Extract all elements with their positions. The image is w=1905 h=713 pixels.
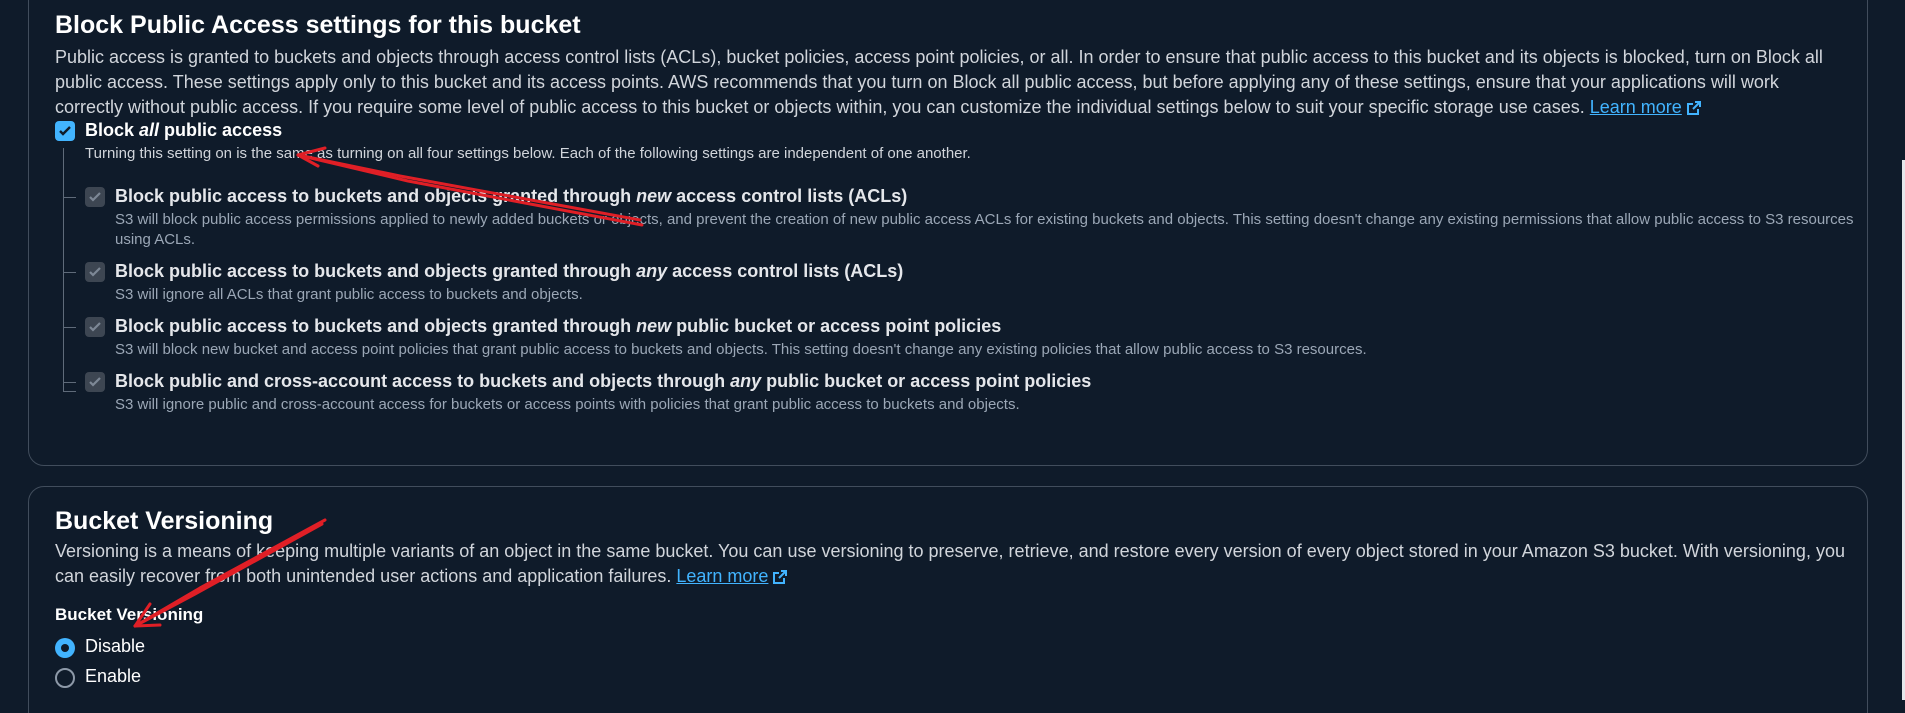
bucket-versioning-title: Bucket Versioning [55,507,274,535]
block-cross-account-description: S3 will ignore public and cross-account … [115,396,1020,413]
tree-line-vertical [63,148,64,391]
checkmark-icon [89,322,101,332]
tree-line-branch [63,382,76,383]
block-public-access-description-text: Public access is granted to buckets and … [55,47,1823,117]
block-public-access-panel: Block Public Access settings for this bu… [28,0,1868,466]
bucket-versioning-panel: Bucket Versioning Versioning is a means … [28,486,1868,713]
block-cross-account-label[interactable]: Block public and cross-account access to… [115,371,1091,392]
bucket-versioning-description: Versioning is a means of keeping multipl… [55,539,1845,589]
checkmark-icon [89,377,101,387]
option-label-em: new [636,186,672,206]
checkmark-icon [89,267,101,277]
option-label-post: public bucket or access point policies [671,316,1002,336]
block-any-acls-label[interactable]: Block public access to buckets and objec… [115,261,903,282]
tree-line-branch [63,327,76,328]
block-new-acls-description: S3 will block public access permissions … [115,211,1854,248]
checkmark-icon [59,126,71,136]
learn-more-link-label: Learn more [1589,97,1682,117]
tree-line-branch [63,272,76,273]
block-new-policies-description: S3 will block new bucket and access poin… [115,341,1367,358]
page: Block Public Access settings for this bu… [0,0,1905,713]
block-all-label-pre: Block [85,120,140,140]
tree-line-branch [63,197,76,198]
block-public-access-description: Public access is granted to buckets and … [55,45,1845,120]
block-all-public-access-checkbox[interactable] [55,121,75,141]
option-label-post: access control lists (ACLs) [671,186,908,206]
block-public-access-title: Block Public Access settings for this bu… [55,11,581,39]
external-link-icon [1686,101,1701,115]
option-label-em: any [730,371,762,391]
bucket-versioning-description-text: Versioning is a means of keeping multipl… [55,541,1845,586]
block-new-acls-label[interactable]: Block public access to buckets and objec… [115,186,907,207]
block-any-acls-checkbox[interactable] [85,262,105,282]
block-new-policies-checkbox[interactable] [85,317,105,337]
learn-more-link[interactable]: Learn more [676,566,788,586]
block-new-policies-label[interactable]: Block public access to buckets and objec… [115,316,1001,337]
block-cross-account-checkbox[interactable] [85,372,105,392]
versioning-enable-label[interactable]: Enable [85,666,141,687]
block-new-acls-checkbox[interactable] [85,187,105,207]
external-link-icon [773,570,788,584]
block-all-label-post: public access [159,120,283,140]
block-all-label-em: all [139,120,160,140]
versioning-enable-radio[interactable] [55,668,75,688]
versioning-disable-radio[interactable] [55,638,75,658]
versioning-disable-label[interactable]: Disable [85,636,145,657]
option-label-pre: Block public access to buckets and objec… [115,186,637,206]
option-label-em: any [636,261,668,281]
option-label-post: access control lists (ACLs) [667,261,904,281]
option-label-em: new [636,316,672,336]
checkmark-icon [89,192,101,202]
option-label-pre: Block public access to buckets and objec… [115,316,637,336]
block-any-acls-description: S3 will ignore all ACLs that grant publi… [115,286,583,303]
bucket-versioning-field-label: Bucket Versioning [55,605,204,624]
learn-more-link[interactable]: Learn more [1590,97,1702,117]
option-label-pre: Block public access to buckets and objec… [115,261,637,281]
option-label-post: public bucket or access point policies [761,371,1092,391]
tree-line-end [63,391,76,392]
block-all-public-access-label[interactable]: Block all public access [85,120,282,141]
learn-more-link-label: Learn more [676,566,769,586]
option-label-pre: Block public and cross-account access to… [115,371,731,391]
block-all-public-access-description: Turning this setting on is the same as t… [85,145,971,162]
